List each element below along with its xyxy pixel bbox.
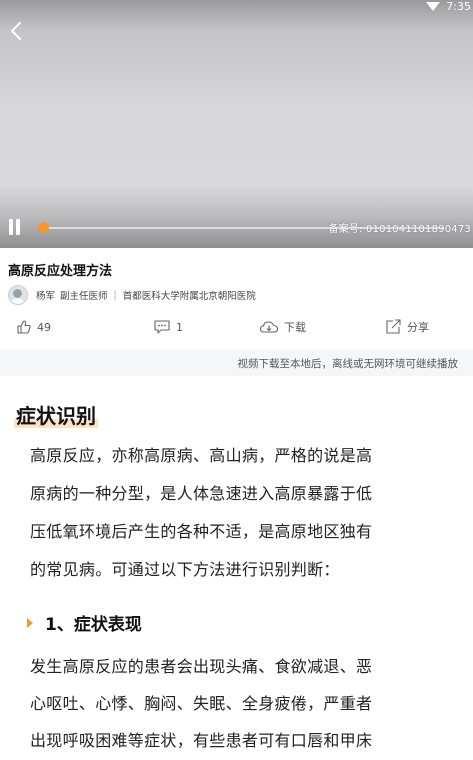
video-title: 高原反应处理方法 xyxy=(8,264,113,279)
comment-count: 1 xyxy=(176,320,183,334)
doctor-title: 副主任医师 xyxy=(60,291,108,302)
offline-notice-bar: 视频下载至本地后，离线或无网环境可继续播放 xyxy=(0,350,473,376)
triangle-bullet-icon xyxy=(27,617,33,628)
divider: | xyxy=(113,289,117,301)
status-bar: 7:35 xyxy=(426,0,473,13)
like-count: 49 xyxy=(37,320,51,334)
cloud-download-icon xyxy=(259,321,279,333)
symptom-line: 出现呼吸困难等症状，有些患者可有口唇和甲床 xyxy=(30,731,373,750)
pause-icon xyxy=(9,219,13,235)
section-title: 症状识别 xyxy=(14,400,98,429)
chevron-left-icon xyxy=(10,21,22,41)
avatar[interactable] xyxy=(8,285,28,305)
section-title-text: 症状识别 xyxy=(16,404,96,428)
intro-line: 压低氧环境后产生的各种不适，是高原地区独有 xyxy=(30,522,373,541)
like-button[interactable]: 49 xyxy=(16,319,51,335)
signal-icon xyxy=(426,1,441,11)
symptom-line: 心呕吐、心悸、胸闷、失眠、全身疲倦，严重者 xyxy=(30,694,373,713)
pause-button[interactable] xyxy=(8,219,22,235)
seek-handle[interactable] xyxy=(38,222,49,233)
intro-line: 高原反应，亦称高原病、高山病，严格的说是高 xyxy=(30,446,373,465)
share-label: 分享 xyxy=(407,321,429,334)
sub-section-title: 1、症状表现 xyxy=(27,610,142,635)
status-time: 7:35 xyxy=(446,0,471,13)
doctor-info[interactable]: 杨军 副主任医师 | 首都医科大学附属北京朝阳医院 xyxy=(8,285,256,305)
download-label: 下载 xyxy=(284,321,306,334)
symptom-line: 发生高原反应的患者会出现头痛、食欲减退、恶 xyxy=(30,657,373,676)
record-number: 备案号: 0101041101890473 xyxy=(328,224,471,235)
thumbs-up-icon xyxy=(17,320,31,334)
sub-section-title-text: 1、症状表现 xyxy=(45,615,142,635)
video-player[interactable]: 7:35 备案号: 0101041101890473 xyxy=(0,0,473,248)
intro-line: 原病的一种分型，是人体急速进入高原暴露于低 xyxy=(30,484,373,503)
back-button[interactable] xyxy=(6,20,28,42)
doctor-hospital: 首都医科大学附属北京朝阳医院 xyxy=(122,291,256,302)
comment-icon xyxy=(154,320,170,334)
doctor-name: 杨军 xyxy=(36,291,56,302)
download-button[interactable]: 下载 xyxy=(259,319,306,335)
intro-line: 的常见病。可通过以下方法进行识别判断： xyxy=(30,560,340,579)
share-icon xyxy=(386,319,401,334)
share-button[interactable]: 分享 xyxy=(385,319,429,335)
comment-button[interactable]: 1 xyxy=(153,319,183,335)
offline-notice: 视频下载至本地后，离线或无网环境可继续播放 xyxy=(237,358,459,370)
action-bar: 49 1 下载 分享 xyxy=(0,315,473,341)
